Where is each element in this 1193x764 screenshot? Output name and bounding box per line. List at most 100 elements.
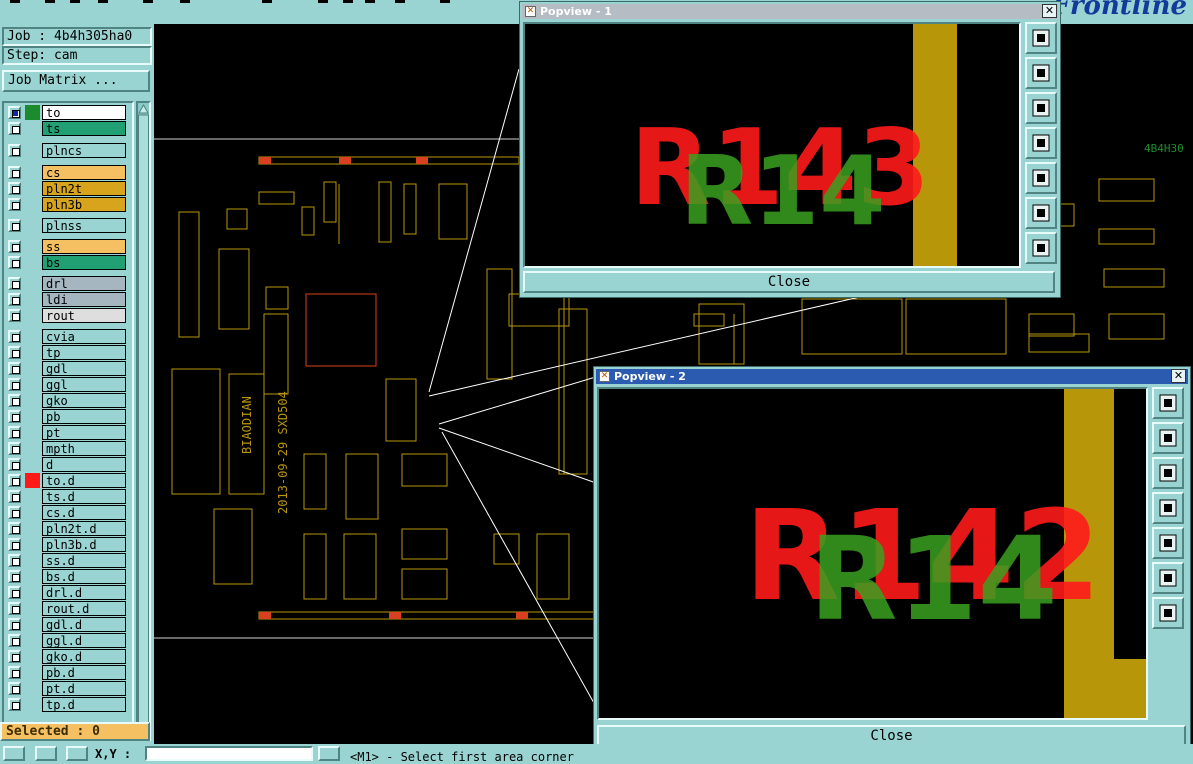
layer-color-swatch[interactable] bbox=[25, 569, 40, 584]
layer-color-swatch[interactable] bbox=[25, 105, 40, 120]
layer-row-pt-d[interactable]: pt.d bbox=[6, 681, 126, 696]
layer-row-ss-d[interactable]: ss.d bbox=[6, 553, 126, 568]
layer-checkbox[interactable] bbox=[8, 618, 21, 631]
layer-name[interactable]: pb.d bbox=[42, 665, 126, 680]
zoom-out-icon[interactable] bbox=[1025, 232, 1057, 264]
layer-checkbox[interactable] bbox=[8, 554, 21, 567]
popview-1-close-button[interactable]: Close bbox=[523, 271, 1055, 293]
page-down-icon[interactable] bbox=[1152, 457, 1184, 489]
select-tool-icon[interactable] bbox=[3, 746, 25, 761]
layer-name[interactable]: pt.d bbox=[42, 681, 126, 696]
layer-color-swatch[interactable] bbox=[25, 633, 40, 648]
layer-row-pln2t-d[interactable]: pln2t.d bbox=[6, 521, 126, 536]
layer-color-swatch[interactable] bbox=[25, 665, 40, 680]
layer-row-cs-d[interactable]: cs.d bbox=[6, 505, 126, 520]
layer-checkbox[interactable] bbox=[8, 666, 21, 679]
xy-input[interactable] bbox=[145, 746, 313, 761]
layer-checkbox[interactable] bbox=[8, 570, 21, 583]
layer-color-swatch[interactable] bbox=[25, 239, 40, 254]
layer-color-swatch[interactable] bbox=[25, 329, 40, 344]
layer-row-mpth[interactable]: mpth bbox=[6, 441, 126, 456]
layer-checkbox[interactable] bbox=[8, 442, 21, 455]
layer-row-pln2t[interactable]: pln2t bbox=[6, 181, 126, 196]
layer-name[interactable]: rout bbox=[42, 308, 126, 323]
layer-name[interactable]: ts bbox=[42, 121, 126, 136]
layer-checkbox[interactable] bbox=[8, 362, 21, 375]
layer-name[interactable]: mpth bbox=[42, 441, 126, 456]
layer-list-scrollbar[interactable] bbox=[136, 101, 151, 741]
layer-checkbox[interactable] bbox=[8, 182, 21, 195]
layer-name[interactable]: plncs bbox=[42, 143, 126, 158]
layer-name[interactable]: d bbox=[42, 457, 126, 472]
layer-checkbox[interactable] bbox=[8, 144, 21, 157]
layer-name[interactable]: gdl.d bbox=[42, 617, 126, 632]
layer-color-swatch[interactable] bbox=[25, 255, 40, 270]
layer-checkbox[interactable] bbox=[8, 602, 21, 615]
zoom-fit-icon[interactable] bbox=[1152, 387, 1184, 419]
layer-checkbox[interactable] bbox=[8, 277, 21, 290]
layer-checkbox[interactable] bbox=[8, 166, 21, 179]
layer-checkbox[interactable] bbox=[8, 522, 21, 535]
layer-color-swatch[interactable] bbox=[25, 601, 40, 616]
layer-name[interactable]: to.d bbox=[42, 473, 126, 488]
layer-row-bs[interactable]: bs bbox=[6, 255, 126, 270]
layer-checkbox[interactable] bbox=[8, 309, 21, 322]
layer-name[interactable]: pln3b.d bbox=[42, 537, 126, 552]
layer-name[interactable]: ts.d bbox=[42, 489, 126, 504]
layer-name[interactable]: gdl bbox=[42, 361, 126, 376]
layer-row-gdl[interactable]: gdl bbox=[6, 361, 126, 376]
layer-checkbox[interactable] bbox=[8, 256, 21, 269]
layer-color-swatch[interactable] bbox=[25, 697, 40, 712]
layer-checkbox[interactable] bbox=[8, 106, 21, 119]
layer-row-drl[interactable]: drl bbox=[6, 276, 126, 291]
popview-2-titlebar[interactable]: ✕ Popview - 2 bbox=[596, 369, 1188, 384]
layer-name[interactable]: drl bbox=[42, 276, 126, 291]
layer-color-swatch[interactable] bbox=[25, 143, 40, 158]
layer-row-bs-d[interactable]: bs.d bbox=[6, 569, 126, 584]
layer-row-tp-d[interactable]: tp.d bbox=[6, 697, 126, 712]
layer-row-pb-d[interactable]: pb.d bbox=[6, 665, 126, 680]
layer-name[interactable]: pln3b bbox=[42, 197, 126, 212]
layer-name[interactable]: gko bbox=[42, 393, 126, 408]
layer-name[interactable]: cs.d bbox=[42, 505, 126, 520]
layer-name[interactable]: drl.d bbox=[42, 585, 126, 600]
layer-row-ts-d[interactable]: ts.d bbox=[6, 489, 126, 504]
layer-checkbox[interactable] bbox=[8, 474, 21, 487]
layer-color-swatch[interactable] bbox=[25, 409, 40, 424]
layer-color-swatch[interactable] bbox=[25, 345, 40, 360]
layer-name[interactable]: ss.d bbox=[42, 553, 126, 568]
layer-name[interactable]: to bbox=[42, 105, 126, 120]
popview-1-titlebar[interactable]: ✕ Popview - 1 bbox=[522, 4, 1058, 19]
pan-right-icon[interactable] bbox=[1025, 162, 1057, 194]
layer-row-ggl-d[interactable]: ggl.d bbox=[6, 633, 126, 648]
layer-checkbox[interactable] bbox=[8, 538, 21, 551]
layer-color-swatch[interactable] bbox=[25, 441, 40, 456]
layer-row-ldi[interactable]: ldi bbox=[6, 292, 126, 307]
layer-name[interactable]: bs bbox=[42, 255, 126, 270]
layer-name[interactable]: tp.d bbox=[42, 697, 126, 712]
layer-color-swatch[interactable] bbox=[25, 473, 40, 488]
popview-2-view[interactable]: R142 R14 bbox=[597, 387, 1148, 720]
layer-color-swatch[interactable] bbox=[25, 553, 40, 568]
layer-color-swatch[interactable] bbox=[25, 489, 40, 504]
layer-name[interactable]: pb bbox=[42, 409, 126, 424]
layer-row-d[interactable]: d bbox=[6, 457, 126, 472]
layer-name[interactable]: gko.d bbox=[42, 649, 126, 664]
layer-color-swatch[interactable] bbox=[25, 649, 40, 664]
layer-row-cvia[interactable]: cvia bbox=[6, 329, 126, 344]
layer-row-pln3b[interactable]: pln3b bbox=[6, 197, 126, 212]
layer-color-swatch[interactable] bbox=[25, 457, 40, 472]
layer-row-ss[interactable]: ss bbox=[6, 239, 126, 254]
layer-color-swatch[interactable] bbox=[25, 181, 40, 196]
zoom-fit-icon[interactable] bbox=[1025, 22, 1057, 54]
page-up-icon[interactable] bbox=[1152, 422, 1184, 454]
layer-color-swatch[interactable] bbox=[25, 681, 40, 696]
layer-name[interactable]: pt bbox=[42, 425, 126, 440]
layer-name[interactable]: bs.d bbox=[42, 569, 126, 584]
layer-name[interactable]: rout.d bbox=[42, 601, 126, 616]
layer-row-plnss[interactable]: plnss bbox=[6, 218, 126, 233]
layer-checkbox[interactable] bbox=[8, 198, 21, 211]
layer-checkbox[interactable] bbox=[8, 506, 21, 519]
window-tool-icon[interactable] bbox=[66, 746, 88, 761]
layer-color-swatch[interactable] bbox=[25, 292, 40, 307]
